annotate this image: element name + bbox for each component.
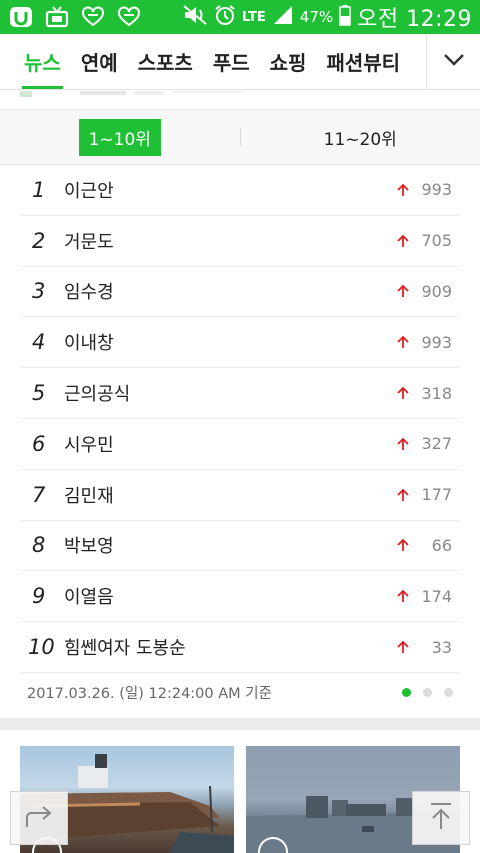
mute-icon (182, 4, 208, 31)
rank-range-selector: 1~10위 11~20위 (0, 109, 480, 165)
tab-food[interactable]: 푸드 (203, 34, 260, 89)
tab-fashion-beauty[interactable]: 패션뷰티 (316, 34, 410, 89)
rank-keyword: 임수경 (64, 282, 114, 304)
rank-number: 9 (32, 584, 46, 609)
arrow-up-icon (394, 183, 412, 197)
range-1-10-button[interactable]: 1~10위 (78, 118, 161, 156)
rank-number: 3 (32, 279, 46, 304)
rank-change: 327 (421, 434, 452, 454)
network-type: LTE (241, 9, 266, 25)
battery-percent: 47% (299, 8, 334, 26)
page-indicator (402, 688, 453, 697)
tab-fade (398, 34, 426, 89)
battery-icon (339, 4, 351, 31)
tab-list: 뉴스 연예 스포츠 푸드 쇼핑 패션뷰티 (0, 34, 426, 89)
range-11-20-button[interactable]: 11~20위 (314, 119, 407, 156)
rank-number: 4 (32, 330, 46, 355)
ranking-list: 1 이근안 993 2 거문도 705 3 임수경 909 4 이내창 993 … (20, 165, 460, 673)
ranking-row[interactable]: 2 거문도 705 (20, 216, 460, 267)
app-badge-icon (8, 6, 34, 28)
heart-chat-icon (80, 6, 106, 28)
rank-change: 174 (421, 586, 452, 606)
arrow-up-icon (394, 386, 412, 400)
tab-sports[interactable]: 스포츠 (128, 34, 203, 89)
tab-more-button[interactable] (426, 34, 480, 89)
ranking-row[interactable]: 8 박보영 66 (20, 521, 460, 572)
rank-keyword: 이열음 (64, 587, 114, 609)
signal-icon (272, 5, 294, 30)
ranking-row[interactable]: 10 힘쎈여자 도봉순 33 (20, 622, 460, 673)
rank-change: 705 (421, 231, 452, 251)
rank-change: 66 (431, 535, 452, 555)
rank-number: 10 (28, 635, 55, 660)
rank-change: 909 (421, 281, 452, 301)
rank-number: 1 (32, 177, 46, 202)
rank-change: 993 (421, 180, 452, 200)
share-button[interactable] (10, 791, 68, 845)
scroll-top-button[interactable] (412, 791, 470, 845)
arrow-up-icon (394, 335, 412, 349)
arrow-up-icon (394, 589, 412, 603)
ranking-row[interactable]: 9 이열음 174 (20, 571, 460, 623)
tab-entertainment[interactable]: 연예 (71, 34, 128, 89)
rank-keyword: 근의공식 (64, 384, 131, 406)
rank-keyword: 이내창 (64, 333, 114, 355)
rank-keyword: 김민재 (64, 485, 114, 507)
ranking-footer: 2017.03.26. (일) 12:24:00 AM 기준 (27, 682, 457, 703)
rank-keyword: 이근안 (64, 180, 114, 202)
ranking-row[interactable]: 7 김민재 177 (20, 470, 460, 521)
rank-change: 177 (421, 485, 452, 505)
clock: 오전 12:29 (357, 7, 472, 32)
arrow-to-top-icon (429, 801, 453, 835)
heart-chat-icon-2 (116, 6, 142, 28)
rank-number: 5 (32, 381, 46, 406)
tab-news[interactable]: 뉴스 (14, 34, 71, 89)
rank-number: 7 (32, 482, 46, 507)
rank-change: 318 (421, 383, 452, 403)
page-dot-1[interactable] (402, 688, 411, 697)
tv-icon (44, 6, 70, 28)
category-tab-bar: 뉴스 연예 스포츠 푸드 쇼핑 패션뷰티 (0, 34, 480, 90)
ranking-row[interactable]: 4 이내창 993 (20, 317, 460, 369)
status-bar: LTE 47% 오전 12:29 (0, 0, 480, 34)
arrow-up-icon (394, 488, 412, 502)
share-arrow-icon (23, 803, 55, 833)
rank-keyword: 거문도 (64, 231, 114, 253)
tab-shopping[interactable]: 쇼핑 (260, 34, 317, 89)
scrolled-content-remnant (0, 91, 480, 109)
arrow-up-icon (394, 437, 412, 451)
arrow-up-icon (394, 234, 412, 248)
ranking-row[interactable]: 3 임수경 909 (20, 267, 460, 318)
rank-keyword: 박보영 (64, 536, 114, 558)
rank-change: 993 (421, 332, 452, 352)
ranking-row[interactable]: 1 이근안 993 (20, 165, 460, 216)
rank-number: 8 (32, 533, 46, 558)
rank-number: 2 (32, 228, 46, 253)
ranking-timestamp: 2017.03.26. (일) 12:24:00 AM 기준 (27, 686, 272, 702)
rank-keyword: 시우민 (64, 434, 114, 456)
ranking-row[interactable]: 6 시우민 327 (20, 419, 460, 470)
section-separator (0, 718, 480, 730)
page-dot-3[interactable] (444, 688, 453, 697)
chevron-down-icon (443, 52, 465, 71)
arrow-up-icon (394, 538, 412, 552)
rank-number: 6 (32, 431, 46, 456)
arrow-up-icon (394, 284, 412, 298)
rank-change: 33 (431, 637, 452, 657)
ranking-row[interactable]: 5 근의공식 318 (20, 368, 460, 419)
page-dot-2[interactable] (423, 688, 432, 697)
alarm-icon (214, 4, 236, 31)
arrow-up-icon (394, 640, 412, 654)
rank-keyword: 힘쎈여자 도봉순 (64, 638, 186, 660)
